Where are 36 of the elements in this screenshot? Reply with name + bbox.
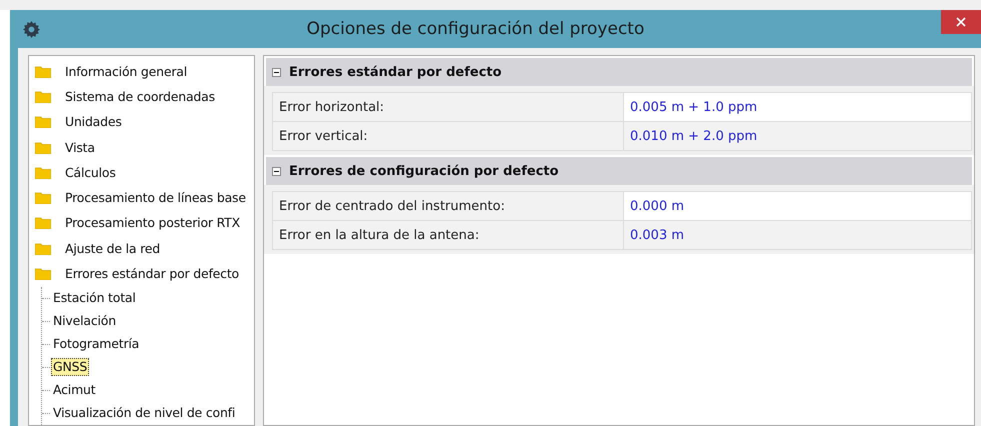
tree-item[interactable]: Cálculos bbox=[63, 164, 118, 182]
tree-item[interactable]: Errores estándar por defecto bbox=[63, 265, 241, 284]
tree-item[interactable]: Fotogrametría bbox=[51, 335, 142, 354]
tree-item[interactable]: Nivelación bbox=[51, 312, 118, 330]
property-value[interactable]: 0.005 m + 1.0 ppm bbox=[624, 93, 971, 121]
collapse-icon[interactable] bbox=[272, 166, 281, 176]
property-value[interactable]: 0.000 m bbox=[624, 192, 971, 220]
settings-icon[interactable] bbox=[23, 20, 40, 38]
window-title: Opciones de configuración del proyecto bbox=[306, 19, 646, 39]
tree-item[interactable]: Estación total bbox=[51, 289, 138, 308]
folder-icon bbox=[35, 217, 51, 230]
tree-item[interactable]: Visualización de nivel de confi bbox=[51, 404, 238, 422]
tree-item[interactable]: Procesamiento posterior RTX bbox=[63, 214, 242, 232]
folder-icon bbox=[35, 116, 51, 128]
tree-item[interactable]: Sistema de coordenadas bbox=[63, 88, 217, 106]
tree-item[interactable]: Ajuste de la red bbox=[63, 240, 162, 258]
section-header[interactable]: Errores estándar por defecto bbox=[266, 58, 972, 86]
folder-icon bbox=[35, 166, 51, 179]
tree-item[interactable]: Información general bbox=[63, 62, 190, 81]
tree-item[interactable]: Unidades bbox=[63, 113, 124, 132]
section-title: Errores de configuración por defecto bbox=[289, 164, 559, 178]
tree-item[interactable]: Acimut bbox=[51, 381, 98, 400]
folder-icon bbox=[35, 192, 51, 204]
section-title: Errores estándar por defecto bbox=[289, 64, 502, 80]
collapse-icon[interactable] bbox=[272, 68, 281, 76]
folder-icon bbox=[35, 242, 51, 255]
folder-icon bbox=[35, 268, 51, 280]
section-header[interactable]: Errores de configuración por defecto bbox=[266, 157, 972, 185]
folder-icon bbox=[35, 66, 51, 78]
folder-icon bbox=[35, 90, 51, 103]
close-button[interactable] bbox=[941, 10, 981, 34]
folder-icon bbox=[35, 142, 51, 154]
tree-item[interactable]: Procesamiento de líneas base bbox=[63, 189, 248, 208]
tree-item[interactable]: GNSS bbox=[51, 358, 90, 376]
close-icon bbox=[956, 17, 966, 27]
tree-item[interactable]: Vista bbox=[63, 138, 97, 157]
